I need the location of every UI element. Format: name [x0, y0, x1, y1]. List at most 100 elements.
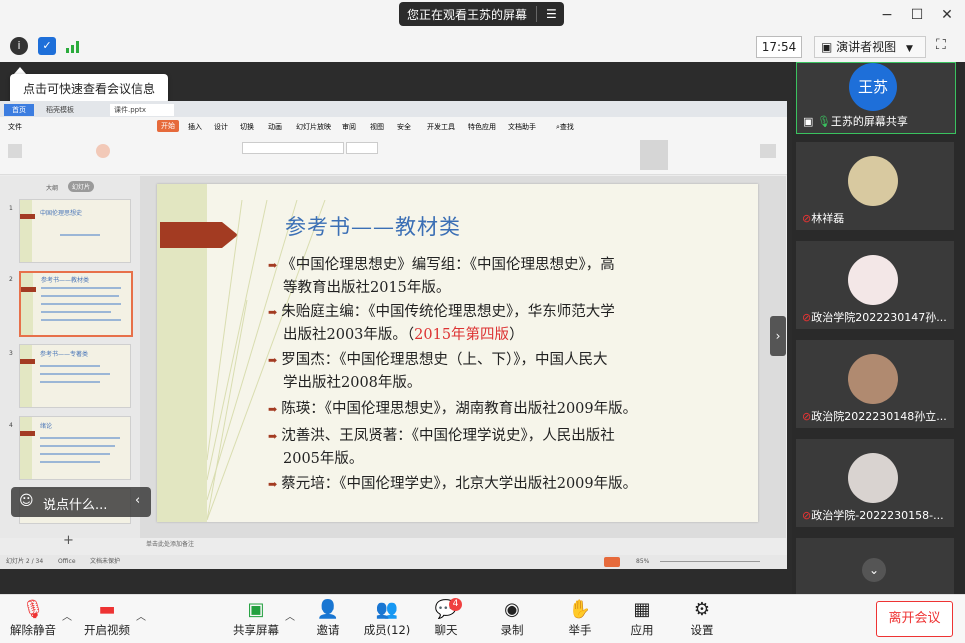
- thumb-title: 绪论: [40, 423, 53, 430]
- thumb-green-bar: [20, 417, 32, 479]
- share-screen-button[interactable]: ▣ 共享屏幕: [230, 598, 282, 640]
- participant-name-text: 林祥磊: [811, 212, 845, 225]
- font-size-select[interactable]: [346, 142, 378, 154]
- menu-animation[interactable]: 动画: [268, 122, 282, 132]
- list-icon[interactable]: ☰: [546, 7, 557, 21]
- play-icon[interactable]: [604, 557, 620, 567]
- menu-search[interactable]: ⌕查找: [556, 122, 574, 132]
- start-video-label: 开启视频: [84, 623, 130, 637]
- menu-security[interactable]: 安全: [397, 122, 411, 132]
- slide-thumbnail[interactable]: 参考书——专著类: [19, 344, 131, 408]
- signal-icon[interactable]: [66, 38, 82, 57]
- menu-file[interactable]: 文件: [8, 122, 22, 132]
- add-user-icon: 👤: [316, 599, 340, 620]
- chevron-left-icon[interactable]: ‹: [135, 493, 140, 508]
- start-video-button[interactable]: ▬ 开启视频: [82, 598, 132, 640]
- screen-share-banner[interactable]: 您正在观看王苏的屏幕 ☰: [399, 2, 564, 26]
- chat-input-popup[interactable]: ☺ 说点什么... ‹: [11, 487, 151, 517]
- wps-tab-home[interactable]: 首页: [4, 104, 34, 116]
- settings-button[interactable]: ⚙ 设置: [686, 598, 718, 640]
- bullet-text: 学出版社2008年版。: [283, 375, 422, 391]
- replace-icon[interactable]: [760, 144, 776, 158]
- bullet-item: ➡ 沈善洪、王凤贤著：《中国伦理学说史》，人民出版社 2005年版。: [268, 425, 615, 470]
- emoji-icon[interactable]: ☺: [19, 493, 34, 509]
- participant-name-text: 政治院2022230148孙立...: [811, 410, 947, 423]
- zoom-slider[interactable]: [660, 561, 760, 562]
- minimize-button[interactable]: −: [877, 5, 897, 25]
- notes-pane[interactable]: 单击此处添加备注: [140, 538, 786, 552]
- wps-tab-template[interactable]: 稻壳模板: [46, 104, 96, 116]
- menu-design[interactable]: 设计: [214, 122, 228, 132]
- zoom-level: 85%: [636, 558, 650, 565]
- tab-slides[interactable]: 幻灯片: [68, 181, 95, 192]
- record-button[interactable]: ◉ 录制: [496, 598, 528, 640]
- menu-assistant[interactable]: 文档助手: [508, 122, 536, 132]
- thumb-number: 4: [9, 422, 13, 429]
- menu-start[interactable]: 开始: [157, 120, 179, 132]
- participant-tile[interactable]: ⊘政治学院-2022230158-...: [796, 439, 954, 527]
- menu-features[interactable]: 特色应用: [468, 122, 496, 132]
- chat-placeholder: 说点什么...: [43, 498, 108, 513]
- add-slide-icon[interactable]: +: [63, 533, 74, 548]
- view-switch-button[interactable]: ▣ 演讲者视图 ▼: [814, 36, 926, 58]
- view-switch-label: 演讲者视图: [836, 40, 897, 54]
- participant-tile[interactable]: ⌄: [796, 538, 954, 594]
- font-name-select[interactable]: [242, 142, 344, 154]
- chevron-down-icon[interactable]: ⌄: [862, 558, 886, 582]
- thumb-number: 2: [9, 276, 13, 283]
- menu-insert[interactable]: 插入: [188, 122, 202, 132]
- menu-devtools[interactable]: 开发工具: [427, 122, 455, 132]
- menu-transition[interactable]: 切换: [240, 122, 254, 132]
- arrow-bullet-icon: ➡: [268, 430, 278, 443]
- wps-tab-document[interactable]: 课件.pptx: [110, 104, 174, 116]
- participant-tile[interactable]: ⊘林祥磊: [796, 142, 954, 230]
- tooltip-arrow: [14, 67, 26, 74]
- bullet-text: 出版社2003年版。（: [283, 327, 415, 343]
- theme-name: Office: [58, 558, 76, 565]
- slide-thumbnail[interactable]: 绪论: [19, 416, 131, 480]
- invite-button[interactable]: 👤 邀请: [310, 598, 346, 640]
- mic-muted-icon: ⊘: [802, 509, 812, 522]
- members-button[interactable]: 👥 成员(12): [362, 598, 412, 640]
- apps-button[interactable]: ▦ 应用: [626, 598, 658, 640]
- chevron-down-icon: ▼: [906, 44, 913, 54]
- mic-muted-icon: ⊘: [802, 212, 812, 225]
- gear-icon: ⚙: [693, 599, 711, 620]
- thumb-line: [41, 311, 111, 313]
- arrow-bullet-icon: ➡: [268, 403, 278, 416]
- fullscreen-icon[interactable]: ⛶: [936, 37, 946, 53]
- collapse-panel-button[interactable]: ›: [770, 316, 786, 356]
- info-icon[interactable]: i: [10, 37, 28, 55]
- maximize-button[interactable]: ☐: [907, 5, 927, 25]
- slide-thumbnail[interactable]: 中国伦理思想史: [19, 199, 131, 263]
- thumb-number: 3: [9, 350, 13, 357]
- raise-hand-button[interactable]: ✋ 举手: [564, 598, 596, 640]
- chevron-up-icon[interactable]: ︿: [285, 608, 295, 623]
- thumb-green-bar: [21, 273, 33, 335]
- tab-outline[interactable]: 大纲: [46, 183, 58, 192]
- chevron-up-icon[interactable]: ︿: [136, 608, 146, 623]
- unmute-button[interactable]: 🎙 解除静音: [8, 598, 58, 640]
- thumb-title: 参考书——教材类: [41, 277, 90, 284]
- bullet-text: 沈善洪、王凤贤著：《中国伦理学说史》，人民出版社: [281, 428, 615, 444]
- wps-status-bar: 幻灯片 2 / 34 Office 文档未保护 85%: [0, 555, 787, 569]
- arrow-bullet-icon: ➡: [268, 306, 278, 319]
- thumb-line: [41, 295, 119, 297]
- members-icon: 👥: [375, 599, 399, 620]
- slideshow-icon[interactable]: [96, 144, 110, 158]
- menu-slideshow[interactable]: 幻灯片放映: [296, 122, 331, 132]
- participant-tile[interactable]: 王苏 ▣ 🎙王苏的屏幕共享: [796, 62, 956, 134]
- unmute-label: 解除静音: [10, 623, 56, 637]
- leave-meeting-button[interactable]: 离开会议: [876, 601, 953, 637]
- close-button[interactable]: ✕: [937, 5, 957, 25]
- paste-icon[interactable]: [8, 144, 22, 158]
- participant-tile[interactable]: ⊘政治院2022230148孙立...: [796, 340, 954, 428]
- chevron-up-icon[interactable]: ︿: [62, 608, 72, 623]
- participant-tile[interactable]: ⊘政治学院2022230147孙...: [796, 241, 954, 329]
- shield-icon[interactable]: ✓: [38, 37, 56, 55]
- mic-muted-icon: ⊘: [802, 410, 812, 423]
- menu-view[interactable]: 视图: [370, 122, 384, 132]
- slide-thumbnail-selected[interactable]: 参考书——教材类: [19, 271, 133, 337]
- menu-review[interactable]: 审阅: [342, 122, 356, 132]
- text-tool-icon[interactable]: [640, 140, 668, 170]
